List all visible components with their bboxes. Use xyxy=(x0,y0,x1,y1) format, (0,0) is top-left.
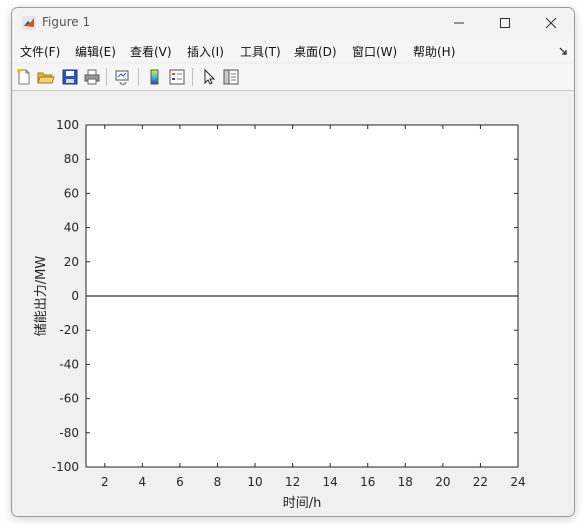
minimize-icon xyxy=(454,22,464,24)
y-tick-label: -40 xyxy=(59,357,79,371)
y-tick-label: 20 xyxy=(64,255,79,269)
toolbar xyxy=(12,64,574,91)
save-icon[interactable] xyxy=(61,68,79,86)
y-axis-label: 储能出力/MW xyxy=(34,256,49,337)
figure-area: 2 4 6 8 10 12 14 16 18 20 22 24 -100 -80 -60 -40 -20 0 20 4… xyxy=(12,91,574,516)
legend-icon[interactable] xyxy=(168,68,186,86)
figure-window: Figure 1 文件(F) 编辑(E) 查看(V) 插入(I) 工具(T) 桌… xyxy=(11,7,575,517)
title-bar[interactable]: Figure 1 xyxy=(12,8,574,38)
x-tick-label: 24 xyxy=(510,475,525,489)
x-tick-label: 8 xyxy=(214,475,222,489)
x-tick-label: 22 xyxy=(473,475,488,489)
window-title: Figure 1 xyxy=(42,15,91,29)
x-tick-label: 20 xyxy=(435,475,450,489)
menu-insert[interactable]: 插入(I) xyxy=(187,43,224,60)
x-tick-label: 18 xyxy=(398,475,413,489)
y-tick-label: 100 xyxy=(56,118,79,132)
link-plot-icon[interactable] xyxy=(114,68,132,86)
menu-desktop[interactable]: 桌面(D) xyxy=(294,43,337,60)
close-icon xyxy=(545,17,557,29)
x-tick-label: 12 xyxy=(285,475,300,489)
minimize-button[interactable] xyxy=(436,8,482,38)
y-tick-label: -60 xyxy=(59,392,79,406)
maximize-button[interactable] xyxy=(482,8,528,38)
y-tick-label: -100 xyxy=(52,460,79,474)
y-tick-label: -20 xyxy=(59,323,79,337)
toolbar-separator xyxy=(106,68,107,86)
x-axis-label: 时间/h xyxy=(283,496,322,511)
menu-window[interactable]: 窗口(W) xyxy=(352,43,397,60)
x-tick-label: 14 xyxy=(323,475,338,489)
new-figure-icon[interactable] xyxy=(15,68,33,86)
chart[interactable]: 2 4 6 8 10 12 14 16 18 20 22 24-100-80-60-40-200204… xyxy=(12,91,574,516)
y-tick-label: 80 xyxy=(64,152,79,166)
menu-help[interactable]: 帮助(H) xyxy=(413,43,455,60)
y-tick-label: 40 xyxy=(64,221,79,235)
colorbar-icon[interactable] xyxy=(146,68,164,86)
maximize-icon xyxy=(500,18,510,28)
menu-bar: 文件(F) 编辑(E) 查看(V) 插入(I) 工具(T) 桌面(D) 窗口(W… xyxy=(12,38,574,62)
pointer-icon[interactable] xyxy=(200,68,218,86)
x-tick-label: 10 xyxy=(247,475,262,489)
dock-arrow-icon[interactable] xyxy=(558,46,568,56)
menu-tools[interactable]: 工具(T) xyxy=(240,43,281,60)
menu-view[interactable]: 查看(V) xyxy=(130,43,172,60)
menu-file[interactable]: 文件(F) xyxy=(20,43,60,60)
toolbar-separator xyxy=(192,68,193,86)
toolbar-separator xyxy=(138,68,139,86)
close-button[interactable] xyxy=(528,8,574,38)
x-tick-label: 6 xyxy=(176,475,184,489)
y-tick-label: -80 xyxy=(59,426,79,440)
open-file-icon[interactable] xyxy=(37,68,55,86)
y-tick-label: 0 xyxy=(71,289,79,303)
property-editor-icon[interactable] xyxy=(222,68,240,86)
matlab-logo-icon xyxy=(22,16,36,30)
y-tick-label: 60 xyxy=(64,186,79,200)
x-tick-label: 4 xyxy=(139,475,147,489)
print-icon[interactable] xyxy=(83,68,101,86)
x-tick-label: 16 xyxy=(360,475,375,489)
menu-edit[interactable]: 编辑(E) xyxy=(75,43,116,60)
x-tick-label: 2 xyxy=(101,475,109,489)
